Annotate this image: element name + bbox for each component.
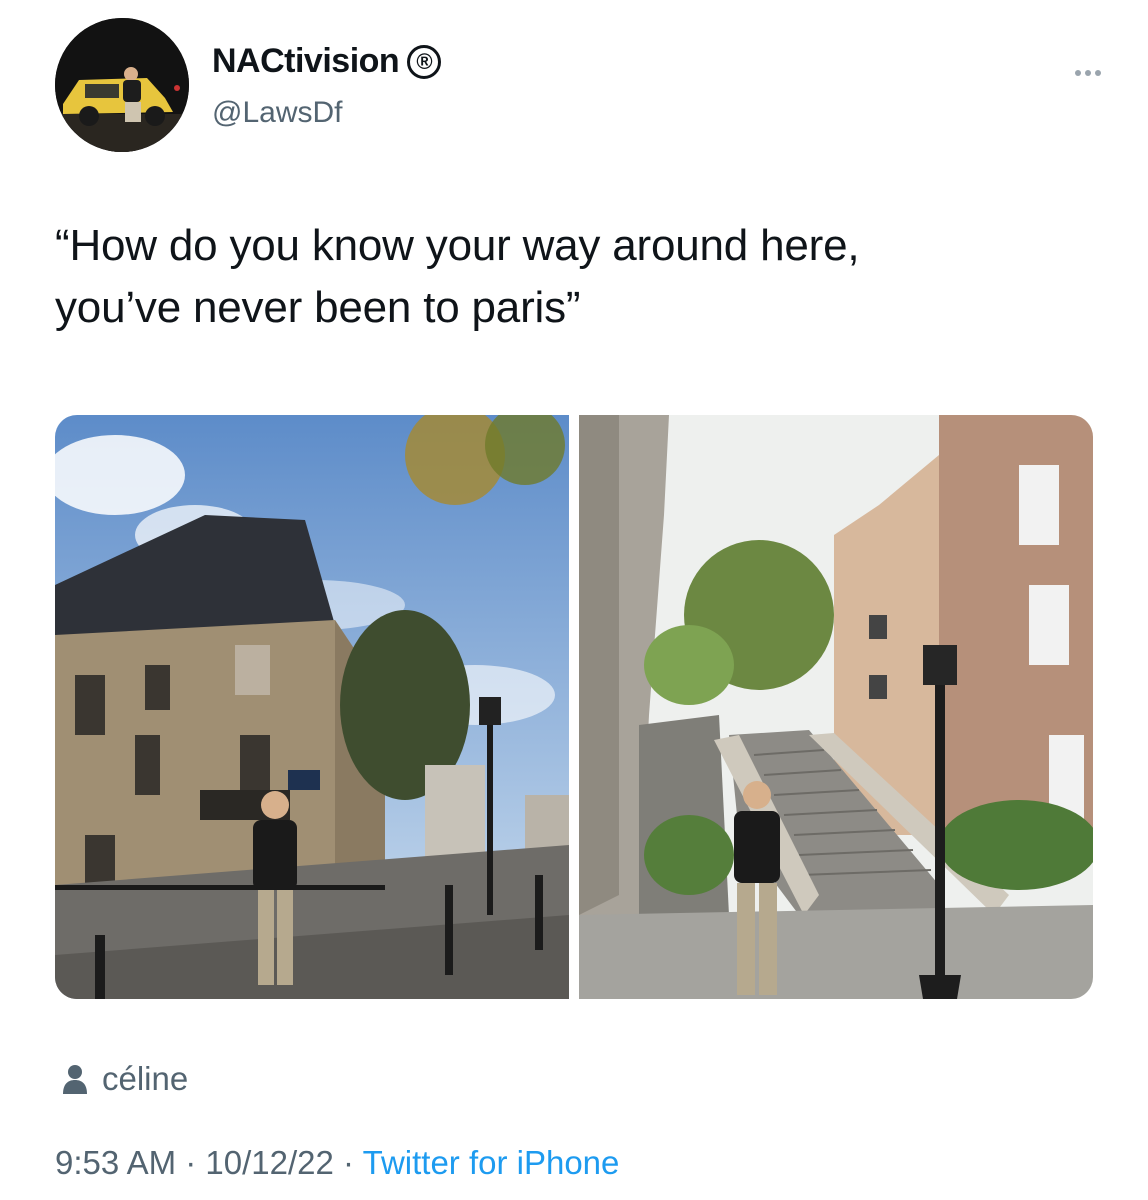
tweet-date[interactable]: 10/12/22 xyxy=(205,1144,333,1181)
more-horizontal-icon xyxy=(1075,70,1081,76)
person-icon xyxy=(63,1065,87,1094)
display-name[interactable]: NACtivision xyxy=(212,42,400,81)
tweet-header: NACtivision ® @LawsDf xyxy=(55,18,1108,153)
tweet-time[interactable]: 9:53 AM xyxy=(55,1144,176,1181)
tweet-source-link[interactable]: Twitter for iPhone xyxy=(363,1144,620,1181)
tagged-users[interactable]: céline xyxy=(62,1060,188,1098)
meta-separator: · xyxy=(333,1144,363,1181)
author-handle[interactable]: @LawsDf xyxy=(212,96,343,130)
meta-separator: · xyxy=(176,1144,206,1181)
tweet-text: “How do you know your way around here, y… xyxy=(55,221,860,332)
tweet-meta: 9:53 AM · 10/12/22 · Twitter for iPhone xyxy=(55,1144,619,1182)
author-name[interactable]: NACtivision ® xyxy=(212,42,442,81)
avatar[interactable] xyxy=(55,18,189,152)
tagged-user-name[interactable]: céline xyxy=(102,1060,188,1098)
registered-icon: ® xyxy=(407,44,442,79)
photo-1[interactable] xyxy=(55,415,569,999)
avatar-image xyxy=(55,18,189,152)
more-options-button[interactable] xyxy=(1068,58,1108,88)
tweet-media xyxy=(55,415,1093,999)
paris-corner-photo xyxy=(55,415,569,999)
paris-stairs-photo xyxy=(579,415,1093,999)
photo-2[interactable] xyxy=(579,415,1093,999)
